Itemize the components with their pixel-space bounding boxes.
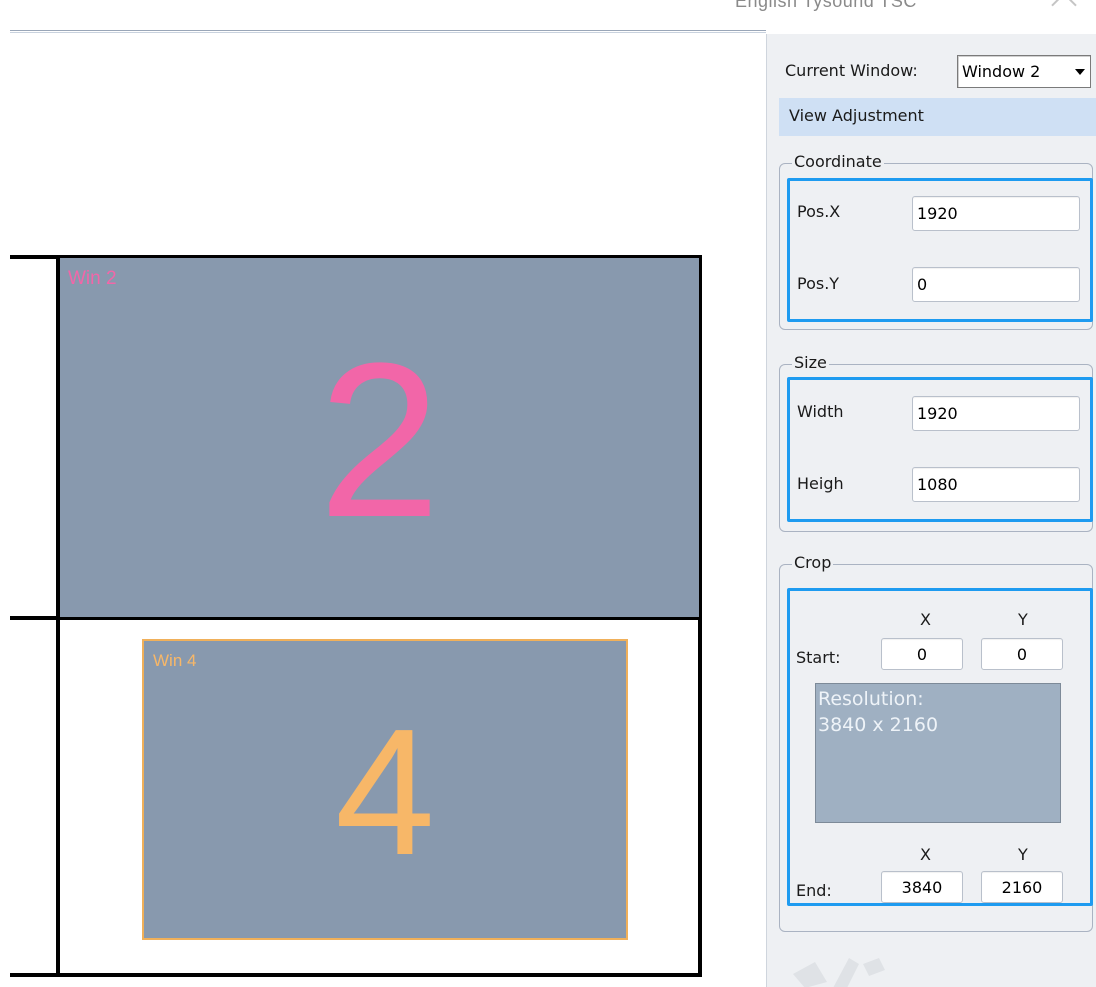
crop-end-label: End: <box>796 881 832 900</box>
view-adjustment-label: View Adjustment <box>789 106 924 125</box>
collapse-chevron-icon[interactable] <box>1051 0 1077 18</box>
pos-x-value: 1920 <box>917 204 958 223</box>
crop-start-x-input[interactable]: 0 <box>881 638 963 670</box>
top-bar: English Tysound TSC <box>0 0 1096 33</box>
coordinate-group-title: Coordinate <box>792 152 884 171</box>
crop-start-x-value: 0 <box>916 645 928 664</box>
current-window-label: Current Window: <box>785 61 918 80</box>
crop-highlight: X Y Start: 0 0 Resolution: 3840 x 2160 X… <box>787 588 1093 906</box>
crop-start-x-header: X <box>920 610 931 629</box>
dropdown-arrow-icon[interactable] <box>1075 69 1085 75</box>
pos-y-input[interactable]: 0 <box>912 267 1080 302</box>
window-4-label: Win 4 <box>153 651 197 670</box>
crop-start-y-header: Y <box>1018 610 1028 629</box>
window-2[interactable]: Win 2 2 <box>60 258 699 617</box>
crop-end-y-input[interactable]: 2160 <box>981 871 1063 903</box>
pos-x-label: Pos.X <box>797 202 841 221</box>
pos-y-value: 0 <box>917 275 928 294</box>
width-value: 1920 <box>917 404 958 423</box>
view-adjustment-header[interactable]: View Adjustment <box>779 98 1096 136</box>
height-input[interactable]: 1080 <box>912 467 1080 502</box>
current-window-select[interactable]: Window 2 <box>957 55 1091 88</box>
height-value: 1080 <box>917 475 958 494</box>
width-input[interactable]: 1920 <box>912 396 1080 431</box>
crop-start-label: Start: <box>796 648 841 667</box>
grid-line-bottom <box>10 973 702 977</box>
pos-x-input[interactable]: 1920 <box>912 196 1080 231</box>
window-4-number: 4 <box>334 692 436 893</box>
size-group-title: Size <box>792 353 829 372</box>
current-window-value: Window 2 <box>962 62 1041 81</box>
crop-end-x-input[interactable]: 3840 <box>881 871 963 903</box>
brand-logo-icon <box>793 958 885 987</box>
crop-end-x-value: 3840 <box>901 878 943 897</box>
crop-start-y-value: 0 <box>1016 645 1028 664</box>
top-menu-truncated-text[interactable]: English Tysound TSC <box>735 0 917 12</box>
pos-y-label: Pos.Y <box>797 274 840 293</box>
window-2-label: Win 2 <box>68 268 117 289</box>
resolution-label: Resolution: <box>818 688 924 710</box>
window-2-number: 2 <box>318 317 441 563</box>
window-4[interactable]: Win 4 4 <box>142 639 628 940</box>
width-label: Width <box>797 402 844 421</box>
resolution-value: 3840 x 2160 <box>818 714 939 736</box>
crop-preview[interactable]: Resolution: 3840 x 2160 <box>815 683 1061 823</box>
crop-end-y-header: Y <box>1018 845 1028 864</box>
crop-end-y-value: 2160 <box>1001 878 1043 897</box>
grid-line-vertical-right-lower <box>698 616 702 977</box>
top-divider <box>10 30 766 33</box>
crop-group-title: Crop <box>792 553 834 572</box>
height-label: Heigh <box>797 474 844 493</box>
crop-start-y-input[interactable]: 0 <box>981 638 1063 670</box>
properties-panel: Current Window: Window 2 View Adjustment… <box>766 34 1096 987</box>
crop-end-x-header: X <box>920 845 931 864</box>
